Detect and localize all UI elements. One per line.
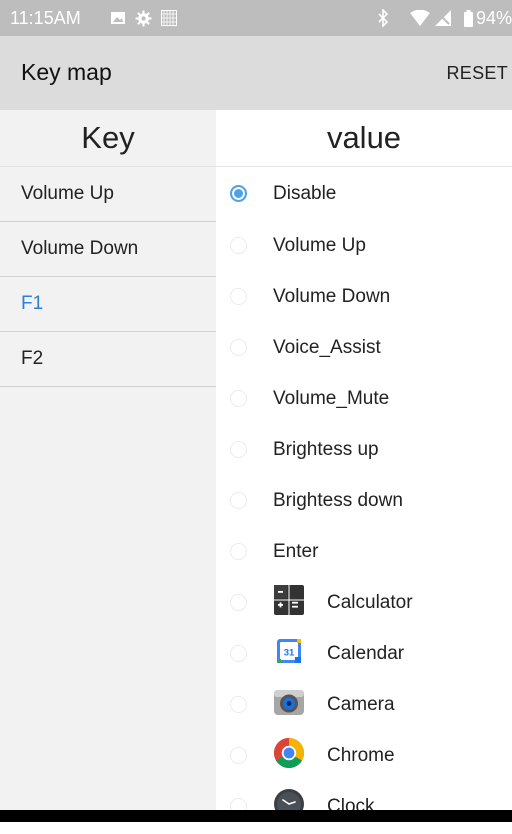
option-calculator[interactable]: Calculator [216, 578, 512, 630]
option-label: Calendar [327, 643, 405, 664]
option-volume-mute[interactable]: Volume_Mute [216, 374, 512, 426]
key-item-label: Volume Up [21, 183, 114, 204]
status-bar: 11:15AM 94% [0, 0, 512, 36]
chrome-app-icon [273, 738, 305, 769]
key-column-header: Key [81, 120, 135, 155]
key-item-label: F2 [21, 348, 44, 369]
option-calendar[interactable]: 31 Calendar [216, 629, 512, 681]
radio-button[interactable] [230, 390, 247, 407]
radio-button[interactable] [230, 543, 247, 560]
bluetooth-icon [378, 8, 389, 28]
option-brightness-down[interactable]: Brightess down [216, 476, 512, 528]
radio-button[interactable] [230, 492, 247, 509]
option-brightness-up[interactable]: Brightess up [216, 425, 512, 477]
option-disable[interactable]: Disable [216, 169, 512, 221]
calculator-app-icon [274, 585, 304, 615]
radio-button-checked[interactable] [230, 185, 247, 202]
option-enter[interactable]: Enter [216, 527, 512, 579]
option-clock[interactable]: Clock [216, 782, 512, 834]
option-volume-down[interactable]: Volume Down [216, 272, 512, 324]
key-item-f2[interactable]: F2 [0, 332, 216, 387]
value-column-header: value [326, 120, 402, 155]
option-voice-assist[interactable]: Voice_Assist [216, 323, 512, 375]
radio-button[interactable] [230, 747, 247, 764]
option-chrome[interactable]: Chrome [216, 731, 512, 783]
navigation-bar [0, 810, 512, 822]
option-label: Disable [273, 183, 337, 204]
app-toolbar: Key map RESET [0, 36, 512, 110]
battery-icon [463, 10, 473, 27]
radio-button[interactable] [230, 237, 247, 254]
wifi-icon [409, 9, 430, 26]
status-time: 11:15AM [10, 8, 81, 28]
option-label: Brightess up [273, 439, 379, 460]
camera-app-icon [274, 690, 304, 715]
option-label: Volume_Mute [273, 388, 390, 409]
radio-button[interactable] [230, 594, 247, 611]
no-signal-icon [434, 10, 451, 26]
key-item-label: F1 [21, 293, 44, 314]
battery-level: 94% [475, 8, 512, 28]
calendar-icon-day: 31 [284, 648, 295, 659]
radio-button[interactable] [230, 645, 247, 662]
keyboard-icon [161, 10, 177, 26]
key-item-f1[interactable]: F1 [0, 277, 216, 332]
key-item-volume-up[interactable]: Volume Up [0, 167, 216, 222]
radio-button[interactable] [230, 441, 247, 458]
option-label: Brightess down [273, 490, 403, 511]
option-label: Camera [327, 694, 395, 715]
option-label: Voice_Assist [273, 337, 381, 358]
calendar-app-icon: 31 [277, 639, 301, 663]
option-camera[interactable]: Camera [216, 680, 512, 732]
key-item-label: Volume Down [21, 238, 139, 259]
image-icon [111, 12, 125, 24]
option-label: Volume Up [273, 235, 366, 256]
reset-button[interactable]: RESET [446, 63, 508, 84]
option-label: Volume Down [273, 286, 391, 307]
option-volume-up[interactable]: Volume Up [216, 221, 512, 273]
option-label: Enter [273, 541, 319, 562]
settings-icon [135, 10, 152, 27]
option-label: Calculator [327, 592, 413, 613]
radio-button[interactable] [230, 339, 247, 356]
radio-button[interactable] [230, 288, 247, 305]
option-label: Chrome [327, 745, 395, 766]
page-title: Key map [21, 59, 112, 85]
status-right: 94% [377, 8, 512, 29]
key-item-volume-down[interactable]: Volume Down [0, 222, 216, 277]
radio-button[interactable] [230, 696, 247, 713]
